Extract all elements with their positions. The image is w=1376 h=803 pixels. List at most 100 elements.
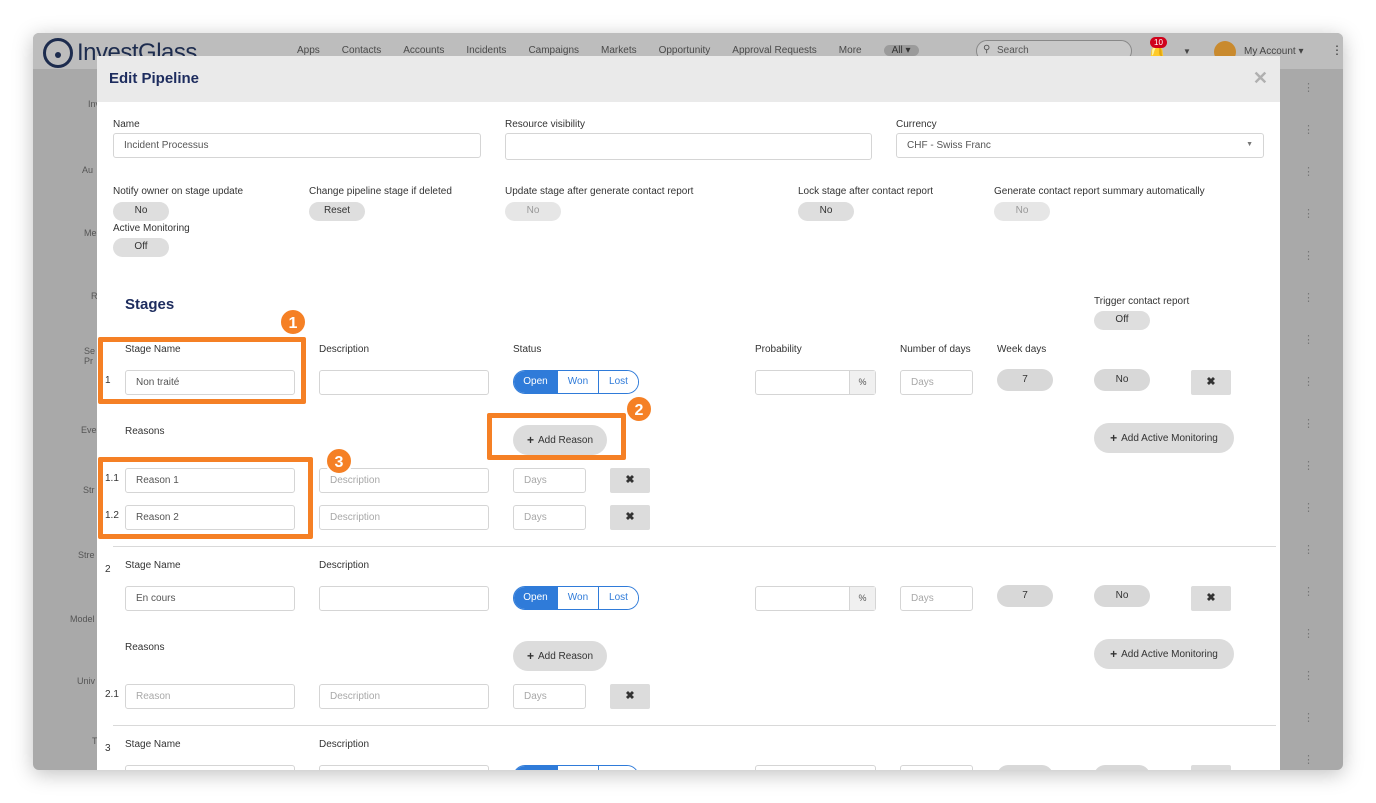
days-field[interactable]: Days: [900, 586, 973, 611]
change-stage-toggle[interactable]: Reset: [309, 202, 365, 221]
status-open[interactable]: [514, 766, 558, 770]
more-vertical-icon[interactable]: ⋮: [1303, 459, 1314, 472]
reason-days-field[interactable]: Days: [513, 684, 586, 709]
chevron-down-icon[interactable]: ▼: [1183, 47, 1191, 56]
lock-stage-toggle[interactable]: No: [798, 202, 854, 221]
active-monitoring-toggle[interactable]: Off: [113, 238, 169, 257]
highlight-stage-name: [98, 337, 306, 404]
nav-apps[interactable]: Apps: [297, 45, 320, 56]
more-vertical-icon[interactable]: ⋮: [1303, 81, 1314, 94]
resource-visibility-field[interactable]: [505, 133, 872, 160]
trigger-report-toggle[interactable]: No: [1094, 369, 1150, 391]
active-monitoring-label: Active Monitoring: [113, 223, 190, 234]
stage-name-field[interactable]: [125, 765, 295, 770]
update-stage-label: Update stage after generate contact repo…: [505, 186, 694, 197]
status-won[interactable]: Won: [558, 587, 599, 609]
more-vertical-icon[interactable]: ⋮: [1303, 123, 1314, 136]
status-won[interactable]: Won: [558, 371, 599, 393]
more-vertical-icon[interactable]: ⋮: [1303, 627, 1314, 640]
more-vertical-icon[interactable]: ⋮: [1303, 711, 1314, 724]
name-field[interactable]: Incident Processus: [113, 133, 481, 158]
more-vertical-icon[interactable]: ⋮: [1303, 333, 1314, 346]
nav-campaigns[interactable]: Campaigns: [528, 45, 579, 56]
reason-description-field[interactable]: Description: [319, 684, 489, 709]
notify-owner-label: Notify owner on stage update: [113, 186, 244, 197]
nav-contacts[interactable]: Contacts: [342, 45, 381, 56]
highlight-reasons: [98, 457, 313, 539]
notify-owner-toggle[interactable]: No: [113, 202, 169, 221]
status-lost[interactable]: Lost: [599, 371, 638, 393]
add-active-monitoring-button[interactable]: + Add Active Monitoring: [1094, 423, 1234, 453]
trigger-report-toggle[interactable]: No: [1094, 585, 1150, 607]
stages-heading: Stages: [125, 296, 175, 313]
reason-description-field[interactable]: Description: [319, 505, 489, 530]
more-vertical-icon[interactable]: ⋮: [1303, 501, 1314, 514]
update-stage-toggle[interactable]: No: [505, 202, 561, 221]
nav-markets[interactable]: Markets: [601, 45, 637, 56]
more-vertical-icon[interactable]: ⋮: [1303, 543, 1314, 556]
week-days-pill[interactable]: 7: [997, 585, 1053, 607]
stage-description-field[interactable]: [319, 370, 489, 395]
stage-index: 3: [105, 743, 111, 754]
remove-reason-button[interactable]: ✖: [610, 684, 650, 709]
status-won[interactable]: [558, 766, 599, 770]
more-vertical-icon[interactable]: ⋮: [1331, 43, 1343, 57]
trigger-report-toggle[interactable]: Off: [1094, 311, 1150, 330]
remove-stage-button[interactable]: ✖: [1191, 586, 1231, 611]
generate-summary-label: Generate contact report summary automati…: [994, 186, 1205, 197]
generate-summary-toggle[interactable]: No: [994, 202, 1050, 221]
more-vertical-icon[interactable]: ⋮: [1303, 669, 1314, 682]
reason-days-field[interactable]: Days: [513, 505, 586, 530]
stage-name-field[interactable]: En cours: [125, 586, 295, 611]
status-lost[interactable]: [599, 766, 638, 770]
resource-visibility-label: Resource visibility: [505, 119, 586, 130]
more-vertical-icon[interactable]: ⋮: [1303, 375, 1314, 388]
remove-stage-button[interactable]: ✖: [1191, 370, 1231, 395]
notification-badge: 10: [1150, 37, 1167, 48]
days-field[interactable]: [900, 765, 973, 770]
status-lost[interactable]: Lost: [599, 587, 638, 609]
number-of-days-header: Number of days: [900, 344, 971, 355]
side-label: Au: [82, 165, 94, 175]
remove-reason-button[interactable]: ✖: [610, 468, 650, 493]
days-field[interactable]: Days: [900, 370, 973, 395]
more-vertical-icon[interactable]: ⋮: [1303, 249, 1314, 262]
more-vertical-icon[interactable]: ⋮: [1303, 207, 1314, 220]
probability-field[interactable]: [755, 765, 876, 770]
close-icon[interactable]: ✕: [1253, 68, 1268, 89]
percent-addon: %: [849, 587, 875, 610]
add-active-monitoring-label: Add Active Monitoring: [1121, 648, 1218, 660]
add-reason-label: Add Reason: [537, 650, 594, 662]
stage-description-field[interactable]: [319, 765, 489, 770]
add-active-monitoring-button[interactable]: + Add Active Monitoring: [1094, 639, 1234, 669]
week-days-pill[interactable]: 7: [997, 369, 1053, 391]
remove-reason-button[interactable]: ✖: [610, 505, 650, 530]
more-vertical-icon[interactable]: ⋮: [1303, 165, 1314, 178]
status-open[interactable]: Open: [514, 371, 558, 393]
stage-description-field[interactable]: [319, 586, 489, 611]
status-open[interactable]: Open: [514, 587, 558, 609]
probability-field[interactable]: %: [755, 586, 876, 611]
nav-incidents[interactable]: Incidents: [466, 45, 506, 56]
currency-value: CHF - Swiss Franc: [907, 140, 991, 151]
probability-field[interactable]: %: [755, 370, 876, 395]
nav-approval-requests[interactable]: Approval Requests: [732, 45, 817, 56]
remove-stage-button[interactable]: [1191, 765, 1231, 770]
reason-name-field[interactable]: Reason: [125, 684, 295, 709]
week-days-pill[interactable]: [997, 765, 1053, 770]
description-header: Description: [319, 344, 370, 355]
more-vertical-icon[interactable]: ⋮: [1303, 753, 1314, 766]
nav-accounts[interactable]: Accounts: [403, 45, 444, 56]
nav-opportunity[interactable]: Opportunity: [659, 45, 711, 56]
reason-days-field[interactable]: Days: [513, 468, 586, 493]
trigger-report-toggle[interactable]: [1094, 765, 1150, 770]
currency-select[interactable]: CHF - Swiss Franc ▼: [896, 133, 1264, 158]
edit-pipeline-modal: Edit Pipeline ✕ Name Incident Processus …: [97, 56, 1280, 770]
nav-more[interactable]: More: [839, 45, 862, 56]
more-vertical-icon[interactable]: ⋮: [1303, 291, 1314, 304]
add-reason-button[interactable]: + Add Reason: [513, 641, 607, 671]
search-scope-dropdown[interactable]: All ▾: [883, 45, 919, 56]
more-vertical-icon[interactable]: ⋮: [1303, 417, 1314, 430]
side-label: Me: [84, 228, 97, 238]
more-vertical-icon[interactable]: ⋮: [1303, 585, 1314, 598]
